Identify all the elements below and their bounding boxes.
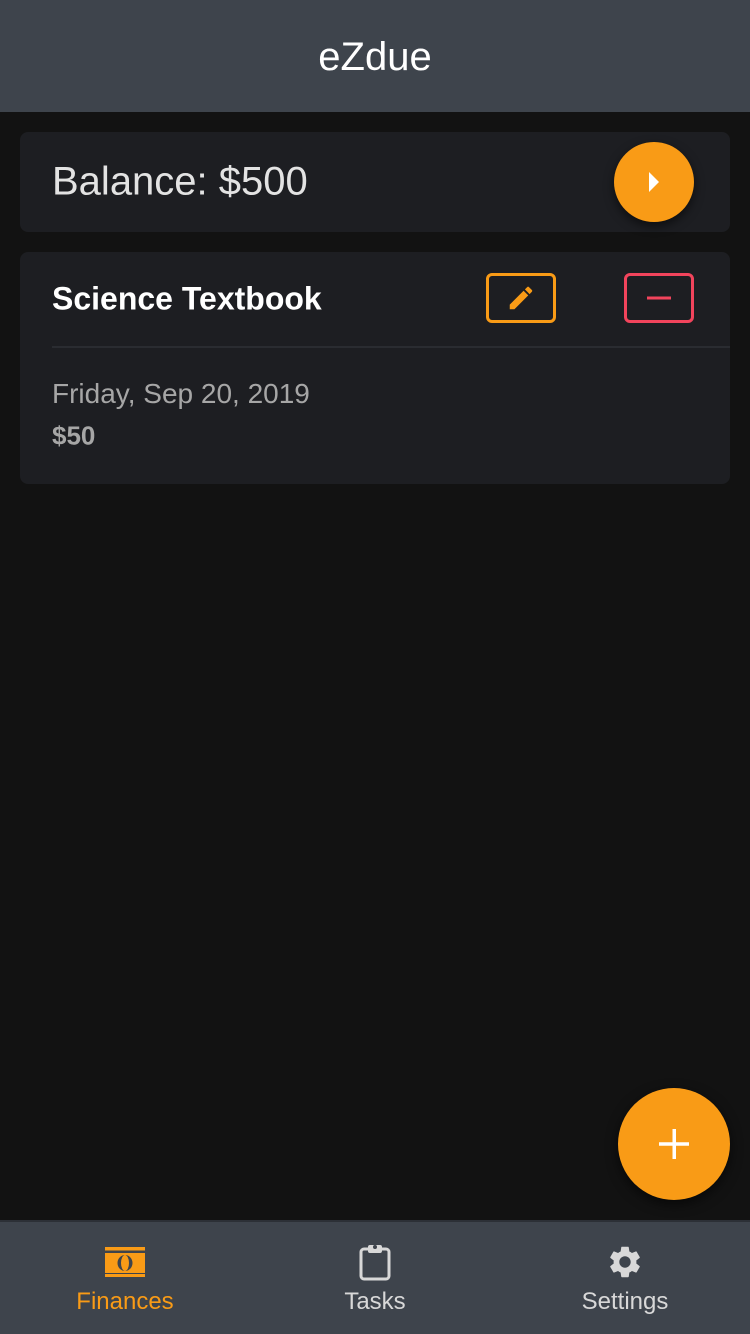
minus-icon <box>647 296 671 300</box>
nav-label-finances: Finances <box>76 1288 174 1315</box>
pencil-icon <box>509 286 533 310</box>
balance-details-button[interactable] <box>614 142 694 222</box>
gear-icon <box>606 1243 644 1281</box>
delete-button[interactable] <box>624 273 694 323</box>
nav-item-settings[interactable]: Settings <box>500 1222 750 1334</box>
add-button[interactable] <box>618 1088 730 1200</box>
nav-label-settings: Settings <box>581 1288 669 1315</box>
item-amount: $50 <box>52 420 96 451</box>
app-title: eZdue <box>318 34 432 79</box>
balance-card: Balance: $500 <box>20 132 730 232</box>
bottom-nav: Finances Tasks Settings <box>0 1220 750 1334</box>
nav-item-finances[interactable]: Finances <box>0 1222 250 1334</box>
edit-button[interactable] <box>486 273 556 323</box>
nav-item-tasks[interactable]: Tasks <box>250 1222 500 1334</box>
item-title: Science Textbook <box>52 280 322 317</box>
list-item: Science Textbook Friday, Sep 20, 2019 $5… <box>20 252 730 484</box>
money-icon <box>105 1247 145 1277</box>
clipboard-icon <box>358 1243 392 1281</box>
item-divider <box>52 346 730 348</box>
app-header: eZdue <box>0 0 750 112</box>
plus-icon <box>659 1129 689 1159</box>
play-arrow-icon <box>649 172 659 192</box>
item-date: Friday, Sep 20, 2019 <box>52 378 310 409</box>
balance-text: Balance: $500 <box>52 159 308 204</box>
nav-label-tasks: Tasks <box>344 1288 406 1315</box>
